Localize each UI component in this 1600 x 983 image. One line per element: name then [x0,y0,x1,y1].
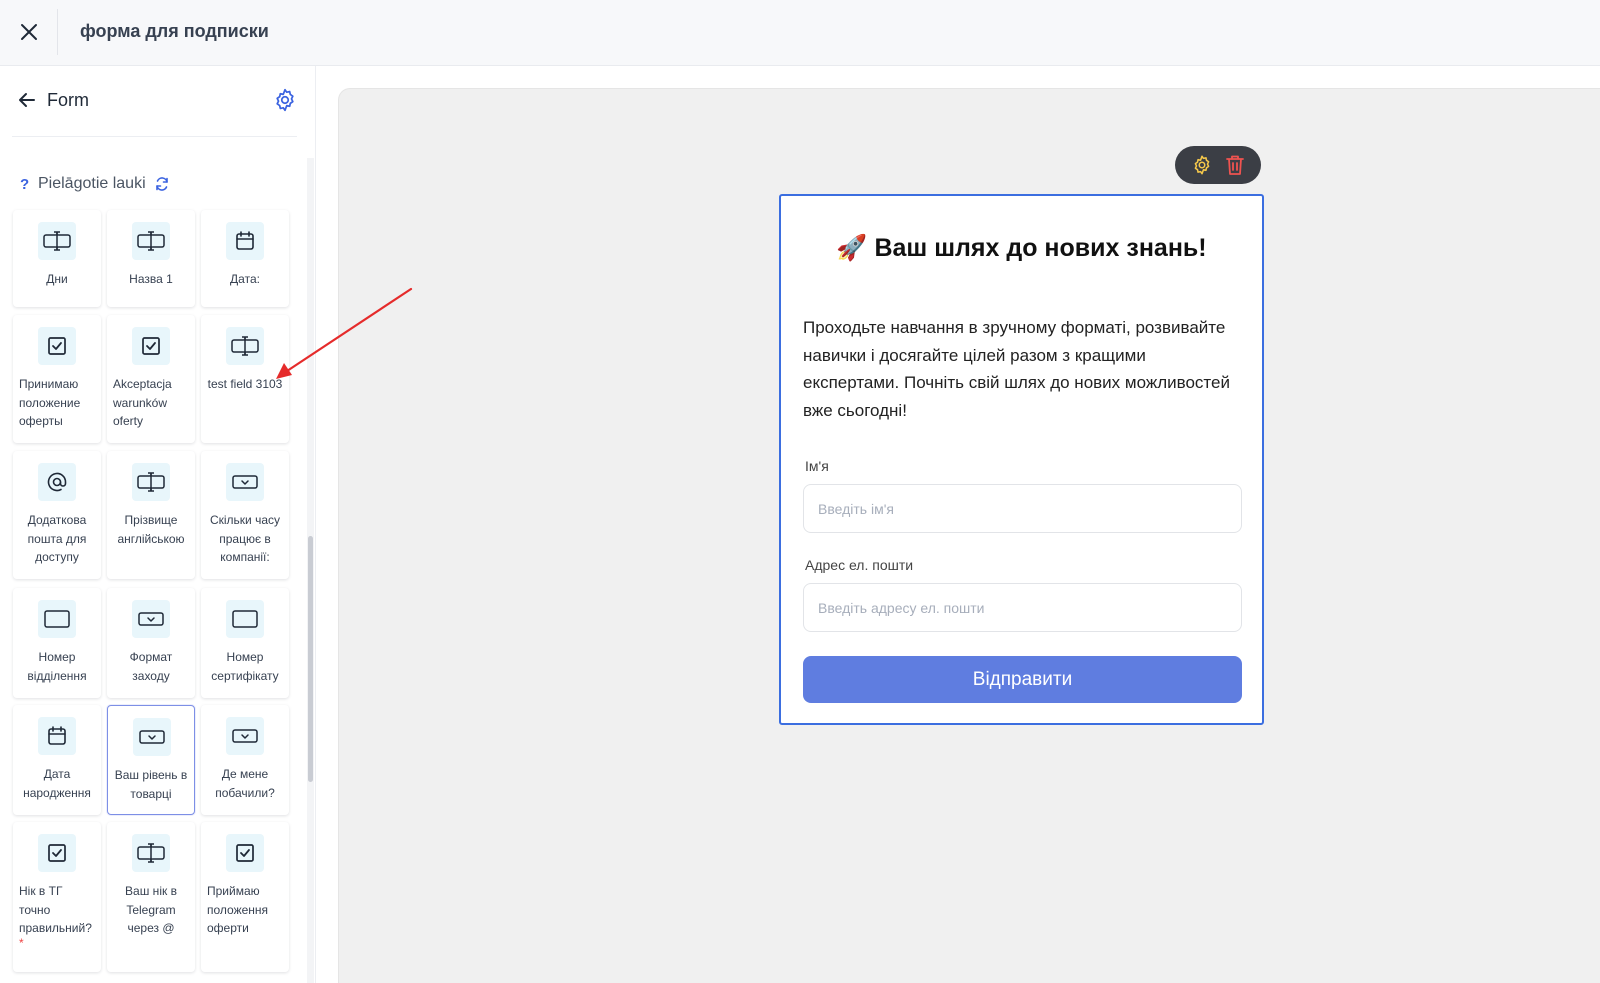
at-sign-icon [38,463,76,501]
input-box-icon [38,600,76,638]
topbar-divider [57,9,58,55]
field-tile-label: Akceptacja warunków oferty [113,377,172,428]
field-tile-label: Ваш нік в Telegram через @ [125,884,177,935]
field-tile[interactable]: Дата: [201,210,289,307]
email-field-label: Адрес ел. пошти [805,557,914,573]
field-tile-label: Де мене побачили? [215,767,275,800]
settings-gear-icon[interactable] [272,87,298,113]
dropdown-icon [226,717,264,755]
field-tile[interactable]: Номер відділення [13,588,101,698]
form-title: 🚀 Ваш шлях до нових знань! [836,234,1207,262]
required-marker: * [19,936,24,950]
form-description: Проходьте навчання в зручному форматі, р… [803,318,1230,420]
text-field-icon [38,222,76,260]
field-tile[interactable]: Прізвище англійською [107,451,195,579]
back-arrow-icon[interactable] [16,89,38,111]
field-tile[interactable]: Akceptacja warunków oferty [107,315,195,443]
calendar-icon [226,222,264,260]
field-tile[interactable]: Додаткова пошта для доступу [13,451,101,579]
text-field-icon [132,222,170,260]
text-field-icon [226,327,264,365]
input-box-icon [226,600,264,638]
field-tile-label: Принимаю положение оферты [19,377,81,428]
field-tile[interactable]: Формат заходу [107,588,195,698]
field-tile-label: Приймаю положення оферти [207,884,269,935]
sidebar-header: Form [12,66,297,137]
text-field-icon [132,834,170,872]
close-icon[interactable] [14,17,44,47]
field-tile[interactable]: Принимаю положение оферты [13,315,101,443]
field-tile[interactable]: test field 3103 [201,315,289,443]
sidebar-title: Form [47,90,89,110]
email-input[interactable] [803,583,1242,632]
field-tile[interactable]: Ваш нік в Telegram через @ [107,822,195,972]
custom-fields-section: ? Pielāgotie lauki [20,172,170,196]
field-tile-label: Скільки часу працює в компанії: [209,513,281,564]
field-tile-label: Нік в ТГ точно правильний? [19,884,92,935]
calendar-icon [38,717,76,755]
field-tile[interactable]: Нік в ТГ точно правильний? * [13,822,101,972]
help-icon[interactable]: ? [20,176,38,193]
field-tile-label: test field 3103 [207,377,283,391]
field-tile-label: Прізвище англійською [117,513,185,546]
field-tile-label: Дни [46,272,68,286]
field-tile-label: Назва 1 [129,272,173,286]
page-title: форма для подписки [80,21,269,41]
field-tile-label: Дата: [230,272,260,286]
checkbox-icon [132,327,170,365]
name-field-label: Ім'я [805,458,829,474]
sidebar-scrollbar-thumb[interactable] [308,536,313,782]
block-settings-gear-icon[interactable] [1190,153,1214,177]
dropdown-icon [133,718,171,756]
section-label: Pielāgotie lauki [38,175,146,192]
name-input[interactable] [803,484,1242,533]
field-tile-label: Номер сертифікату [211,650,279,683]
block-toolbar [1175,146,1261,184]
field-tile[interactable]: Скільки часу працює в компанії: [201,451,289,579]
field-tile-label: Формат заходу [129,650,173,683]
checkbox-icon [226,834,264,872]
field-tile[interactable]: Дни [13,210,101,307]
dropdown-icon [226,463,264,501]
field-tile-label: Ваш рівень в товарці [114,768,188,801]
field-tile-label: Дата народження [23,767,91,800]
field-tile-label: Додаткова пошта для доступу [27,513,87,564]
dropdown-icon [132,600,170,638]
field-tile[interactable]: Номер сертифікату [201,588,289,698]
sidebar: Form ? Pielāgotie lauki Дни Назва 1 Дата: П… [0,66,316,983]
checkbox-icon [38,327,76,365]
subscription-form-block[interactable]: 🚀 Ваш шлях до нових знань! Проходьте нав… [779,194,1264,725]
top-bar: форма для подписки [0,0,1600,66]
field-tile[interactable]: Приймаю положення оферти [201,822,289,972]
field-tile[interactable]: Дата народження [13,705,101,815]
submit-button[interactable]: Відправити [803,656,1242,703]
field-tile[interactable]: Ваш рівень в товарці [107,705,195,815]
refresh-icon[interactable] [154,176,170,192]
field-tile[interactable]: Де мене побачили? [201,705,289,815]
field-tile-label: Номер відділення [27,650,87,683]
field-tile[interactable]: Назва 1 [107,210,195,307]
delete-block-trash-icon[interactable] [1223,153,1247,177]
checkbox-icon [38,834,76,872]
text-field-icon [132,463,170,501]
